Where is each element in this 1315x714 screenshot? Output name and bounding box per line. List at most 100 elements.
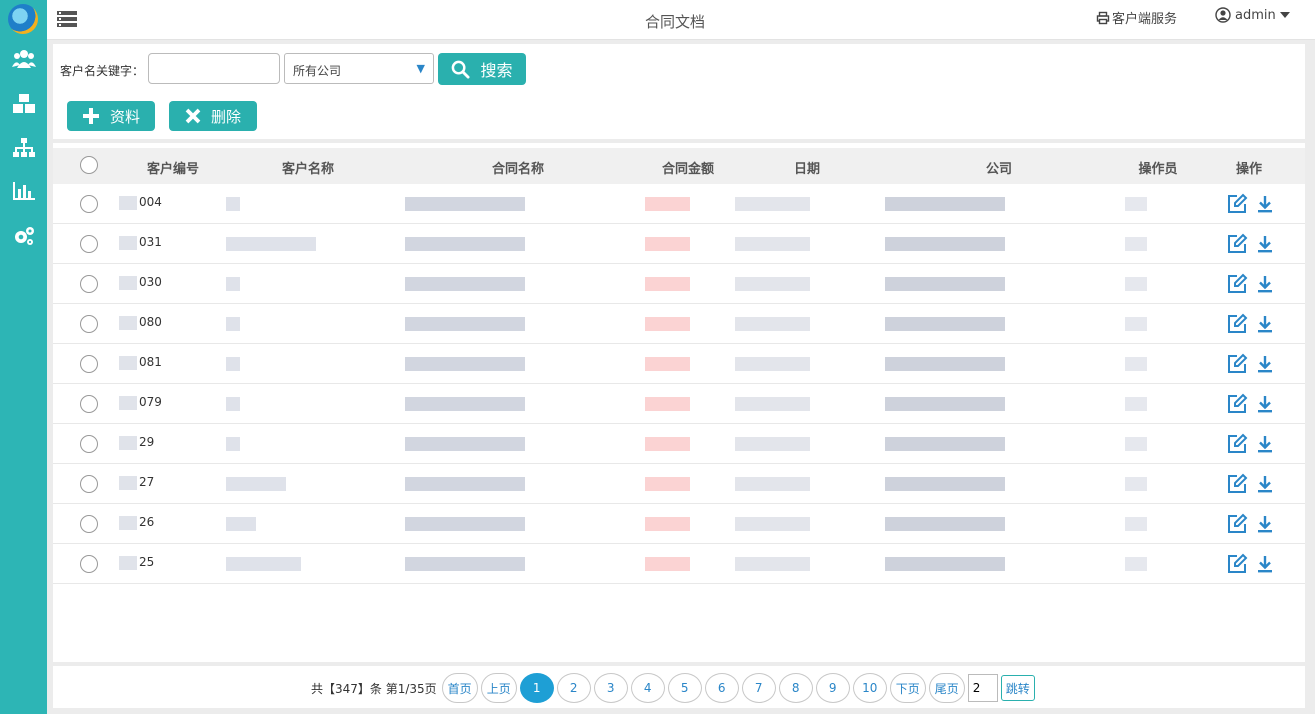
chevron-down-icon: ▼: [416, 62, 425, 75]
client-service-label: 客户端服务: [1112, 12, 1178, 27]
page-button-4[interactable]: 4: [630, 673, 665, 703]
search-button[interactable]: 搜索: [438, 53, 526, 85]
date-cell: [735, 557, 810, 571]
download-icon[interactable]: [1256, 314, 1274, 334]
redacted-prefix: [119, 475, 137, 490]
customer-name-cell: [226, 397, 240, 411]
delete-button[interactable]: 删除: [169, 101, 257, 131]
bar-chart-icon[interactable]: [12, 180, 36, 202]
table-row: 081: [53, 344, 1305, 384]
last-page-button[interactable]: 尾页: [928, 673, 965, 703]
date-cell: [735, 317, 810, 331]
users-icon[interactable]: [12, 48, 36, 70]
download-icon[interactable]: [1256, 194, 1274, 214]
edit-icon[interactable]: [1226, 393, 1248, 415]
row-select-radio[interactable]: [80, 235, 98, 253]
username: admin: [1235, 7, 1276, 23]
add-record-button[interactable]: 资料: [67, 101, 155, 131]
page-button-3[interactable]: 3: [593, 673, 628, 703]
main-panel: 客户名关键字： 所有公司 ▼ 搜索 资料 删除 客户编号 客户名称 合同名称 合…: [53, 44, 1305, 662]
page-button-1[interactable]: 1: [519, 673, 554, 703]
top-bar: 合同文档 客户端服务 admin: [47, 0, 1315, 40]
page-button-5[interactable]: 5: [667, 673, 702, 703]
operator-cell: [1125, 397, 1147, 411]
page-jump-button[interactable]: 跳转: [1000, 675, 1035, 701]
prev-page-button[interactable]: 上页: [480, 673, 517, 703]
contract-amount-cell: [645, 437, 690, 451]
page-button-9[interactable]: 9: [815, 673, 850, 703]
client-service-link[interactable]: 客户端服务: [1096, 8, 1177, 27]
download-icon[interactable]: [1256, 354, 1274, 374]
col-date: 日期: [793, 162, 820, 177]
company-select[interactable]: 所有公司 ▼: [284, 53, 434, 84]
page-button-8[interactable]: 8: [778, 673, 813, 703]
table-row: 004: [53, 184, 1305, 224]
row-select-radio[interactable]: [80, 435, 98, 453]
contract-amount-cell: [645, 557, 690, 571]
edit-icon[interactable]: [1226, 553, 1248, 575]
edit-icon[interactable]: [1226, 473, 1248, 495]
printer-icon: [1096, 11, 1110, 24]
edit-icon[interactable]: [1226, 313, 1248, 335]
contract-name-cell: [405, 197, 525, 211]
download-icon[interactable]: [1256, 554, 1274, 574]
row-select-radio[interactable]: [80, 515, 98, 533]
cubes-icon[interactable]: [12, 93, 36, 115]
edit-icon[interactable]: [1226, 273, 1248, 295]
row-select-radio[interactable]: [80, 555, 98, 573]
operator-cell: [1125, 477, 1147, 491]
download-icon[interactable]: [1256, 474, 1274, 494]
row-select-radio[interactable]: [80, 275, 98, 293]
contract-amount-cell: [645, 197, 690, 211]
table-row: 031: [53, 224, 1305, 264]
row-select-radio[interactable]: [80, 475, 98, 493]
page-button-2[interactable]: 2: [556, 673, 591, 703]
page-button-6[interactable]: 6: [704, 673, 739, 703]
redacted-prefix: [119, 435, 137, 450]
customer-id-cell: 030: [119, 275, 162, 290]
edit-icon[interactable]: [1226, 193, 1248, 215]
customer-name-cell: [226, 357, 240, 371]
download-icon[interactable]: [1256, 234, 1274, 254]
download-icon[interactable]: [1256, 394, 1274, 414]
page-button-7[interactable]: 7: [741, 673, 776, 703]
page-jump-input[interactable]: [967, 674, 998, 702]
user-menu[interactable]: admin: [1215, 7, 1290, 23]
contract-amount-cell: [645, 237, 690, 251]
customer-id-cell: 081: [119, 355, 162, 370]
date-cell: [735, 237, 810, 251]
next-page-button[interactable]: 下页: [889, 673, 926, 703]
row-select-radio[interactable]: [80, 355, 98, 373]
table-row: 25: [53, 544, 1305, 584]
download-icon[interactable]: [1256, 514, 1274, 534]
redacted-prefix: [119, 395, 137, 410]
row-select-radio[interactable]: [80, 195, 98, 213]
operator-cell: [1125, 357, 1147, 371]
contract-name-cell: [405, 237, 525, 251]
redacted-prefix: [119, 235, 137, 250]
operator-cell: [1125, 517, 1147, 531]
sitemap-icon[interactable]: [12, 137, 36, 159]
edit-icon[interactable]: [1226, 513, 1248, 535]
contract-amount-cell: [645, 517, 690, 531]
select-all-radio[interactable]: [80, 156, 98, 174]
customer-keyword-input[interactable]: [148, 53, 280, 84]
company-cell: [885, 557, 1005, 571]
row-select-radio[interactable]: [80, 395, 98, 413]
contract-name-cell: [405, 277, 525, 291]
customer-name-cell: [226, 237, 316, 251]
app-logo: [8, 4, 38, 34]
download-icon[interactable]: [1256, 274, 1274, 294]
row-select-radio[interactable]: [80, 315, 98, 333]
contract-name-cell: [405, 437, 525, 451]
redacted-prefix: [119, 275, 137, 290]
download-icon[interactable]: [1256, 434, 1274, 454]
gears-icon[interactable]: [12, 225, 36, 247]
edit-icon[interactable]: [1226, 353, 1248, 375]
table-header: 客户编号 客户名称 合同名称 合同金额 日期 公司 操作员 操作: [53, 148, 1305, 184]
edit-icon[interactable]: [1226, 233, 1248, 255]
first-page-button[interactable]: 首页: [441, 673, 478, 703]
page-button-10[interactable]: 10: [852, 673, 887, 703]
company-cell: [885, 437, 1005, 451]
edit-icon[interactable]: [1226, 433, 1248, 455]
